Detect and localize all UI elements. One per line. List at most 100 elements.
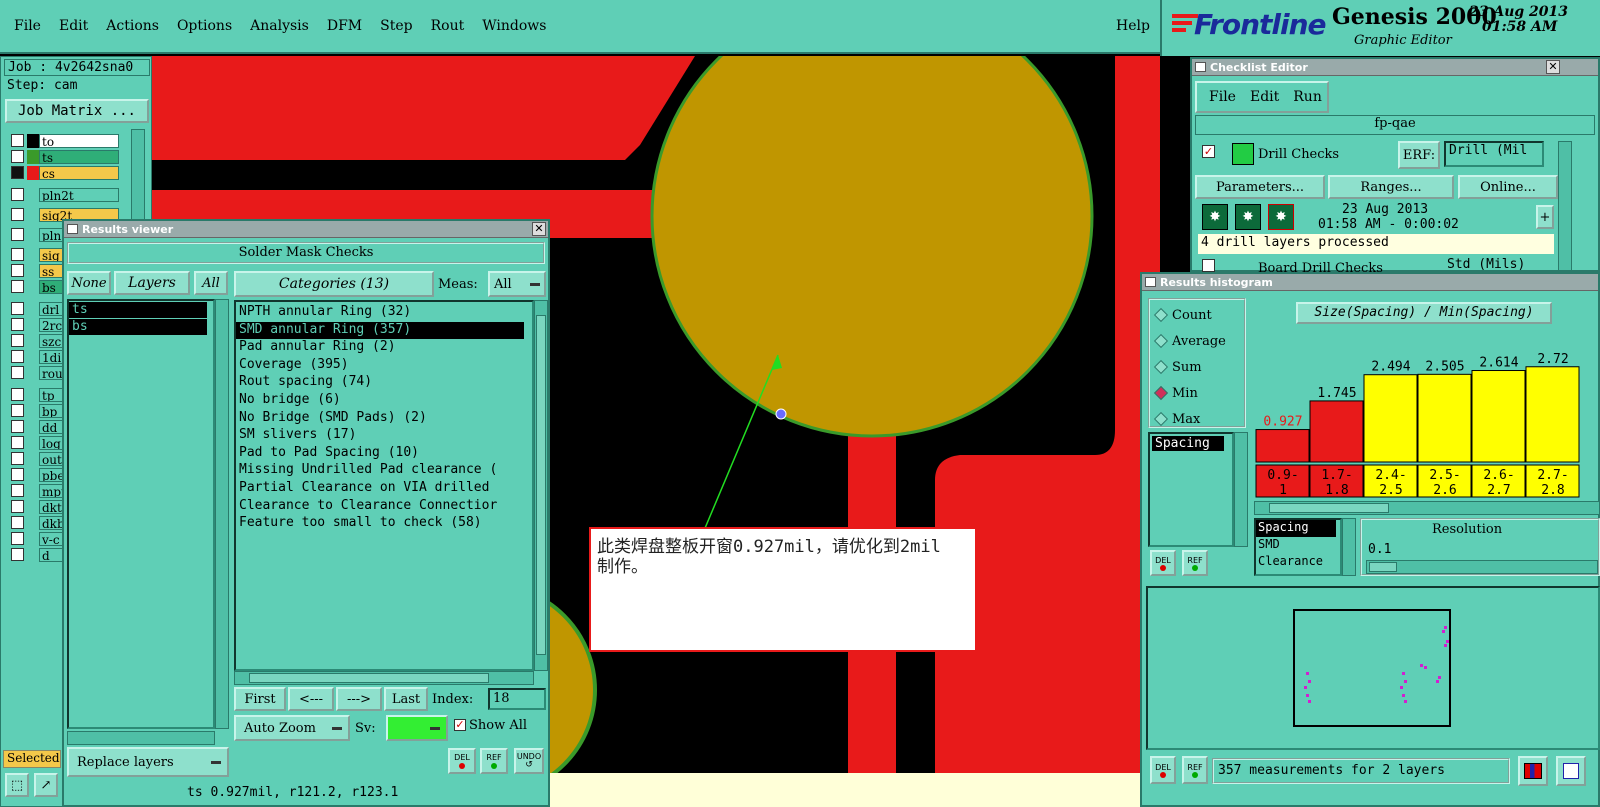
layer-checkbox[interactable] [11, 366, 24, 379]
layer-name[interactable]: cs [39, 166, 119, 180]
layer-checkbox[interactable] [11, 388, 24, 401]
layer-color-swatch[interactable] [27, 334, 39, 348]
layer-checkbox[interactable] [11, 500, 24, 513]
histogram-option-min[interactable]: Min [1153, 382, 1198, 404]
measure-item[interactable]: Spacing [1256, 520, 1336, 537]
category-item[interactable]: Pad to Pad Spacing (10) [236, 445, 532, 463]
layer-color-swatch[interactable] [27, 280, 39, 294]
tool-button-1[interactable]: ⬚ [5, 773, 29, 797]
layer-name[interactable]: pln2t [39, 188, 119, 202]
histogram-option-sum[interactable]: Sum [1153, 356, 1202, 378]
layer-checkbox[interactable] [11, 468, 24, 481]
layer-checkbox[interactable] [11, 350, 24, 363]
layer-row[interactable]: ts [7, 149, 123, 165]
none-button[interactable]: None [67, 271, 111, 295]
layer-checkbox[interactable] [11, 548, 24, 561]
online-button[interactable]: Online... [1458, 175, 1558, 199]
measure-scrollbar-left[interactable] [1234, 432, 1248, 547]
job-matrix-button[interactable]: Job Matrix ... [5, 99, 149, 123]
category-item[interactable]: SM slivers (17) [236, 427, 532, 445]
categories-button[interactable]: Categories (13) [234, 271, 434, 297]
replace-layers-select[interactable]: Replace layers [67, 747, 229, 777]
hist-del-button[interactable]: DEL [1150, 550, 1176, 576]
category-item[interactable]: Rout spacing (74) [236, 374, 532, 392]
layer-checkbox[interactable] [11, 318, 24, 331]
layer-checkbox[interactable] [11, 280, 24, 293]
show-all-checkbox[interactable]: ✓ [454, 719, 466, 731]
menu-windows[interactable]: Windows [482, 18, 546, 34]
erf-value[interactable]: Drill (Mil [1444, 141, 1544, 167]
sv-color-select[interactable] [386, 715, 448, 741]
last-button[interactable]: Last [384, 687, 428, 711]
histogram-bar[interactable] [1525, 366, 1580, 463]
prev-button[interactable]: <--- [288, 687, 334, 711]
layer-color-swatch[interactable] [27, 484, 39, 498]
resolution-slider[interactable] [1366, 560, 1598, 574]
result-layer-hscroll[interactable] [67, 731, 215, 745]
layer-color-swatch[interactable] [27, 404, 39, 418]
measure-item-spacing[interactable]: Spacing [1152, 436, 1224, 451]
layer-color-swatch[interactable] [27, 420, 39, 434]
erf-value-2[interactable]: Std (Mils) [1444, 257, 1544, 273]
layer-checkbox[interactable] [11, 208, 24, 221]
close-icon[interactable]: ✕ [532, 222, 546, 236]
layer-row[interactable]: cs [7, 165, 123, 181]
histogram-option-max[interactable]: Max [1153, 408, 1200, 430]
histogram-bar[interactable] [1255, 429, 1310, 463]
menu-edit[interactable]: Edit [59, 18, 88, 34]
layer-color-swatch[interactable] [27, 318, 39, 332]
auto-zoom-select[interactable]: Auto Zoom [234, 715, 350, 741]
layer-color-swatch[interactable] [27, 516, 39, 530]
layer-checkbox[interactable] [11, 150, 24, 163]
menu-options[interactable]: Options [177, 18, 232, 34]
layer-name[interactable]: to [39, 134, 119, 148]
category-item[interactable]: No Bridge (SMD Pads) (2) [236, 410, 532, 428]
layer-color-swatch[interactable] [27, 188, 39, 202]
category-hscroll[interactable] [234, 671, 534, 685]
layer-color-swatch[interactable] [27, 500, 39, 514]
tool-button-2[interactable]: ↗ [34, 773, 58, 797]
category-item[interactable]: NPTH annular Ring (32) [236, 304, 532, 322]
layer-color-swatch[interactable] [27, 436, 39, 450]
layer-color-swatch[interactable] [27, 452, 39, 466]
layer-checkbox[interactable] [11, 404, 24, 417]
chart-icon-button[interactable] [1518, 756, 1548, 786]
layer-checkbox[interactable] [11, 436, 24, 449]
ref-button[interactable]: REF [480, 748, 508, 774]
layer-checkbox[interactable] [11, 264, 24, 277]
layer-color-swatch[interactable] [27, 134, 39, 148]
meas-select[interactable]: All [488, 271, 546, 297]
layer-color-swatch[interactable] [27, 248, 39, 262]
chart-icon-button-2[interactable] [1556, 756, 1586, 786]
result-layer-scrollbar[interactable] [215, 299, 229, 729]
layer-color-swatch[interactable] [27, 150, 39, 164]
layer-color-swatch[interactable] [27, 208, 39, 222]
menu-help[interactable]: Help [1116, 18, 1150, 34]
histogram-bar[interactable] [1309, 400, 1364, 463]
histogram-option-count[interactable]: Count [1153, 304, 1212, 326]
result-layer-item[interactable]: ts [69, 302, 207, 318]
run-icon-2[interactable]: ✸ [1235, 204, 1261, 230]
measure-item[interactable]: SMD [1256, 537, 1340, 554]
layer-checkbox[interactable] [11, 228, 24, 241]
layer-color-swatch[interactable] [27, 228, 39, 242]
menu-step[interactable]: Step [380, 18, 412, 34]
first-button[interactable]: First [234, 687, 286, 711]
expand-button[interactable]: + [1536, 205, 1554, 229]
layer-checkbox[interactable] [11, 302, 24, 315]
category-item[interactable]: No bridge (6) [236, 392, 532, 410]
histogram-chart[interactable]: 0.927 0.9-1 1.745 1.7-1.8 2.494 2.4-2.5 2.505 2… [1254, 330, 1600, 500]
menu-rout[interactable]: Rout [431, 18, 465, 34]
checklist-menu-file[interactable]: File [1209, 89, 1236, 105]
layer-color-swatch[interactable] [27, 468, 39, 482]
layer-color-swatch[interactable] [27, 302, 39, 316]
histogram-bar[interactable] [1417, 373, 1472, 463]
layer-checkbox[interactable] [11, 134, 24, 147]
run-icon-3[interactable]: ✸ [1268, 204, 1294, 230]
hist-ref-button[interactable]: REF [1182, 550, 1208, 576]
layer-checkbox[interactable] [11, 516, 24, 529]
del-button[interactable]: DEL [448, 748, 476, 774]
layer-color-swatch[interactable] [27, 264, 39, 278]
category-item[interactable]: Partial Clearance on VIA drilled [236, 480, 532, 498]
bottom-del-button[interactable]: DEL [1150, 756, 1176, 784]
